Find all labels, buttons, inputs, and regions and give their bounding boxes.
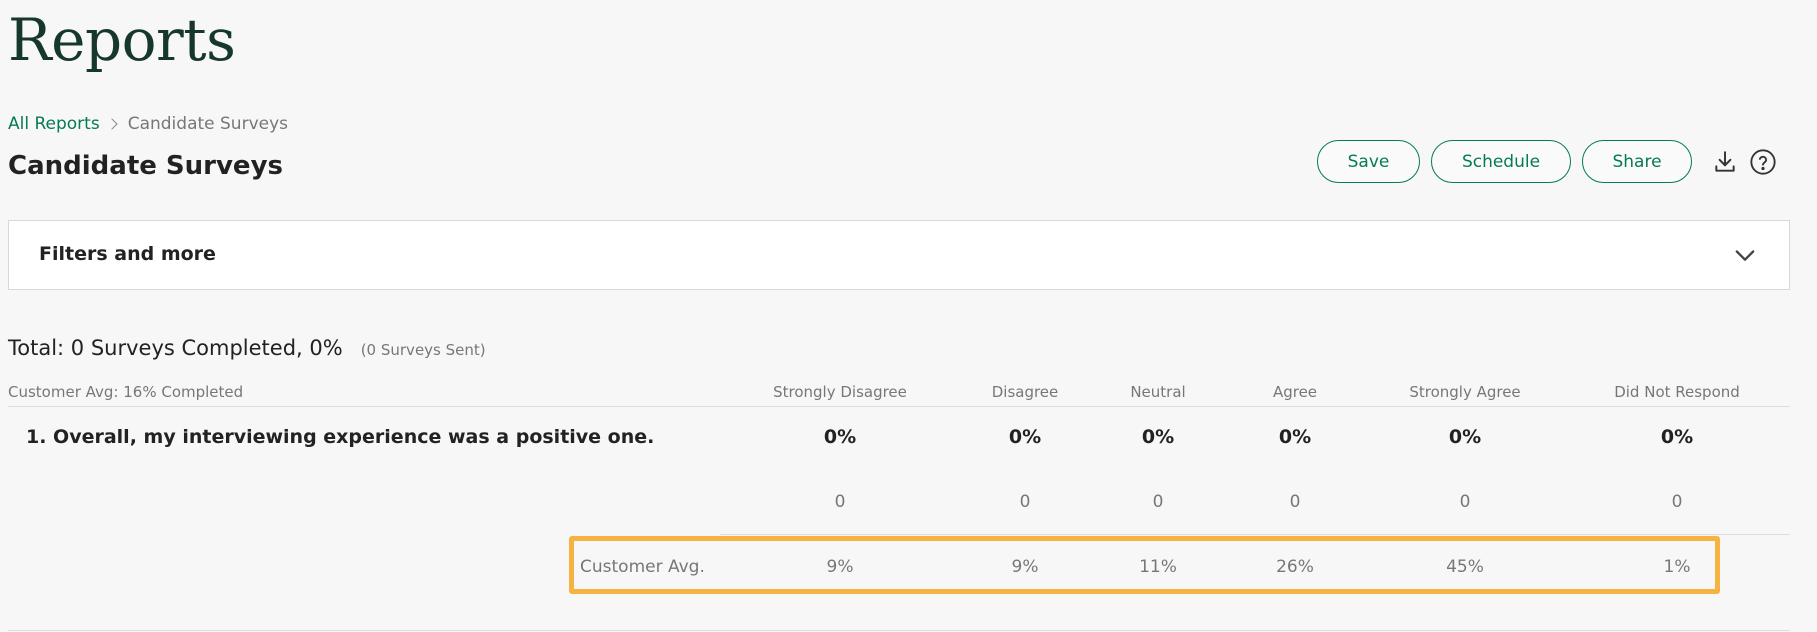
- percentage-cell: 0%: [1141, 426, 1175, 448]
- share-button[interactable]: Share: [1582, 140, 1692, 183]
- column-header: Disagree: [991, 383, 1059, 401]
- percentage-cell: 0%: [1008, 426, 1042, 448]
- chevron-right-icon: [106, 118, 118, 130]
- help-icon[interactable]: [1747, 146, 1779, 178]
- report-actions: Save Schedule Share: [1317, 139, 1779, 184]
- count-cell: 0: [1459, 492, 1471, 512]
- customer-avg-label: Customer Avg.: [580, 557, 705, 577]
- count-cell: 0: [834, 492, 846, 512]
- column-header: Agree: [1272, 383, 1318, 401]
- filters-label: Filters and more: [39, 243, 216, 265]
- customer-completion-header: Customer Avg: 16% Completed: [8, 383, 244, 401]
- save-button[interactable]: Save: [1317, 140, 1420, 183]
- filters-panel[interactable]: Filters and more: [8, 220, 1790, 290]
- avg-cell: 9%: [826, 557, 854, 577]
- table-bottom-border: [8, 630, 1790, 631]
- breadcrumb-all-reports-link[interactable]: All Reports: [8, 112, 100, 136]
- count-cell: 0: [1671, 492, 1683, 512]
- avg-cell: 9%: [1011, 557, 1039, 577]
- count-cell: 0: [1152, 492, 1164, 512]
- survey-total-text: Total: 0 Surveys Completed, 0%: [8, 336, 343, 360]
- percentage-cell: 0%: [1278, 426, 1312, 448]
- chevron-down-icon[interactable]: [1731, 241, 1759, 269]
- avg-cell: 45%: [1446, 557, 1484, 577]
- survey-question: 1. Overall, my interviewing experience w…: [26, 426, 655, 448]
- schedule-button[interactable]: Schedule: [1431, 140, 1571, 183]
- column-header: Strongly Disagree: [773, 383, 907, 401]
- breadcrumb: All Reports Candidate Surveys: [8, 112, 288, 136]
- page-heading: Reports: [8, 6, 236, 74]
- percentage-cell: 0%: [1448, 426, 1482, 448]
- download-icon[interactable]: [1709, 146, 1741, 178]
- percentage-cell: 0%: [1660, 426, 1694, 448]
- breadcrumb-current: Candidate Surveys: [127, 114, 289, 134]
- count-cell: 0: [1019, 492, 1031, 512]
- survey-total: Total: 0 Surveys Completed, 0% (0 Survey…: [8, 336, 486, 360]
- percentage-cell: 0%: [823, 426, 857, 448]
- column-header: Did Not Respond: [1614, 383, 1740, 401]
- count-cell: 0: [1289, 492, 1301, 512]
- avg-cell: 11%: [1139, 557, 1177, 577]
- surveys-sent-text: (0 Surveys Sent): [360, 341, 486, 359]
- avg-cell: 26%: [1276, 557, 1314, 577]
- report-title: Candidate Surveys: [8, 151, 283, 181]
- column-header: Neutral: [1130, 383, 1186, 401]
- avg-cell: 1%: [1663, 557, 1691, 577]
- table-header-row: Customer Avg: 16% Completed Strongly Dis…: [8, 380, 1790, 407]
- row-divider: [720, 534, 1790, 535]
- column-header: Strongly Agree: [1409, 383, 1521, 401]
